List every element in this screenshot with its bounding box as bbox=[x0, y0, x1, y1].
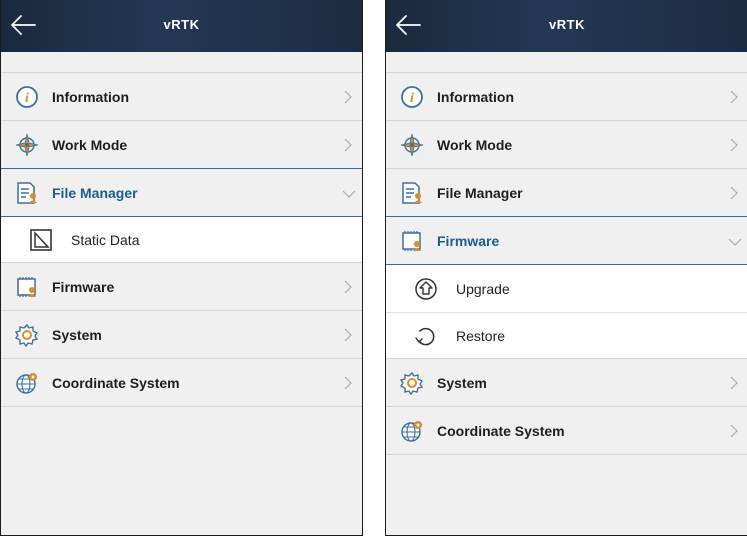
chevron-down-icon bbox=[342, 190, 356, 198]
globe-icon bbox=[401, 421, 422, 442]
submenu-item-restore[interactable]: Restore bbox=[386, 312, 747, 358]
left-screen: vRTK i Information Work Mode File Manage… bbox=[0, 0, 363, 536]
menu-item-label: System bbox=[52, 327, 102, 343]
app-title: vRTK bbox=[549, 17, 585, 32]
menu-item-work-mode[interactable]: Work Mode bbox=[386, 120, 747, 168]
submenu-item-static-data[interactable]: Static Data bbox=[1, 216, 362, 262]
svg-text:i: i bbox=[410, 91, 414, 106]
submenu-item-upgrade[interactable]: Upgrade bbox=[386, 264, 747, 312]
chevron-right-icon bbox=[344, 328, 352, 342]
menu-item-label: Work Mode bbox=[437, 137, 513, 153]
firmware-icon bbox=[17, 277, 36, 297]
chevron-right-icon bbox=[730, 186, 738, 200]
menu-item-firmware[interactable]: Firmware bbox=[1, 262, 362, 310]
menu-item-label: Firmware bbox=[52, 279, 115, 295]
menu-item-system[interactable]: System bbox=[1, 310, 362, 358]
submenu-item-label: Restore bbox=[456, 328, 506, 344]
top-bar: vRTK bbox=[386, 0, 747, 52]
chevron-right-icon bbox=[344, 90, 352, 104]
menu-item-system[interactable]: System bbox=[386, 358, 747, 406]
menu-item-label: Work Mode bbox=[52, 137, 128, 153]
submenu-item-label: Upgrade bbox=[456, 281, 510, 297]
menu-item-label: Information bbox=[52, 89, 129, 105]
menu-item-coordinate-system[interactable]: Coordinate System bbox=[386, 406, 747, 454]
compass-icon bbox=[400, 133, 424, 157]
info-icon: i bbox=[16, 86, 38, 108]
restore-icon bbox=[415, 327, 435, 346]
menu-item-work-mode[interactable]: Work Mode bbox=[1, 120, 362, 168]
menu-item-label: File Manager bbox=[437, 185, 523, 201]
chevron-right-icon bbox=[344, 376, 352, 390]
upgrade-icon bbox=[415, 278, 437, 300]
right-screen: vRTK i Information Work Mode File Manage… bbox=[385, 0, 747, 536]
chevron-down-icon bbox=[728, 238, 742, 246]
menu-item-file-manager[interactable]: File Manager bbox=[386, 168, 747, 216]
chevron-right-icon bbox=[344, 280, 352, 294]
info-icon: i bbox=[401, 86, 423, 108]
chevron-right-icon bbox=[730, 424, 738, 438]
top-bar: vRTK bbox=[1, 0, 362, 52]
compass-icon bbox=[15, 133, 39, 157]
svg-text:i: i bbox=[25, 91, 29, 106]
chevron-right-icon bbox=[730, 376, 738, 390]
chevron-right-icon bbox=[730, 90, 738, 104]
menu-item-information[interactable]: i Information bbox=[1, 72, 362, 120]
menu-item-label: Coordinate System bbox=[437, 423, 565, 439]
static-data-icon bbox=[30, 229, 52, 251]
menu-item-coordinate-system[interactable]: Coordinate System bbox=[1, 358, 362, 406]
menu-item-label: Coordinate System bbox=[52, 375, 180, 391]
menu-item-firmware[interactable]: Firmware bbox=[386, 216, 747, 264]
firmware-icon bbox=[402, 231, 421, 251]
globe-icon bbox=[16, 373, 37, 394]
file-manager-icon bbox=[17, 182, 37, 204]
menu-item-label: Firmware bbox=[437, 233, 500, 249]
file-manager-icon bbox=[402, 182, 422, 204]
app-title: vRTK bbox=[163, 17, 200, 32]
menu-item-label: System bbox=[437, 375, 487, 391]
menu-item-label: Information bbox=[437, 89, 514, 105]
menu-item-file-manager[interactable]: File Manager bbox=[1, 168, 362, 216]
submenu-item-label: Static Data bbox=[71, 232, 140, 248]
menu-item-information[interactable]: i Information bbox=[386, 72, 747, 120]
chevron-right-icon bbox=[730, 138, 738, 152]
gear-icon bbox=[400, 371, 424, 395]
menu-item-label: File Manager bbox=[52, 185, 138, 201]
gear-icon bbox=[15, 323, 39, 347]
chevron-right-icon bbox=[344, 138, 352, 152]
